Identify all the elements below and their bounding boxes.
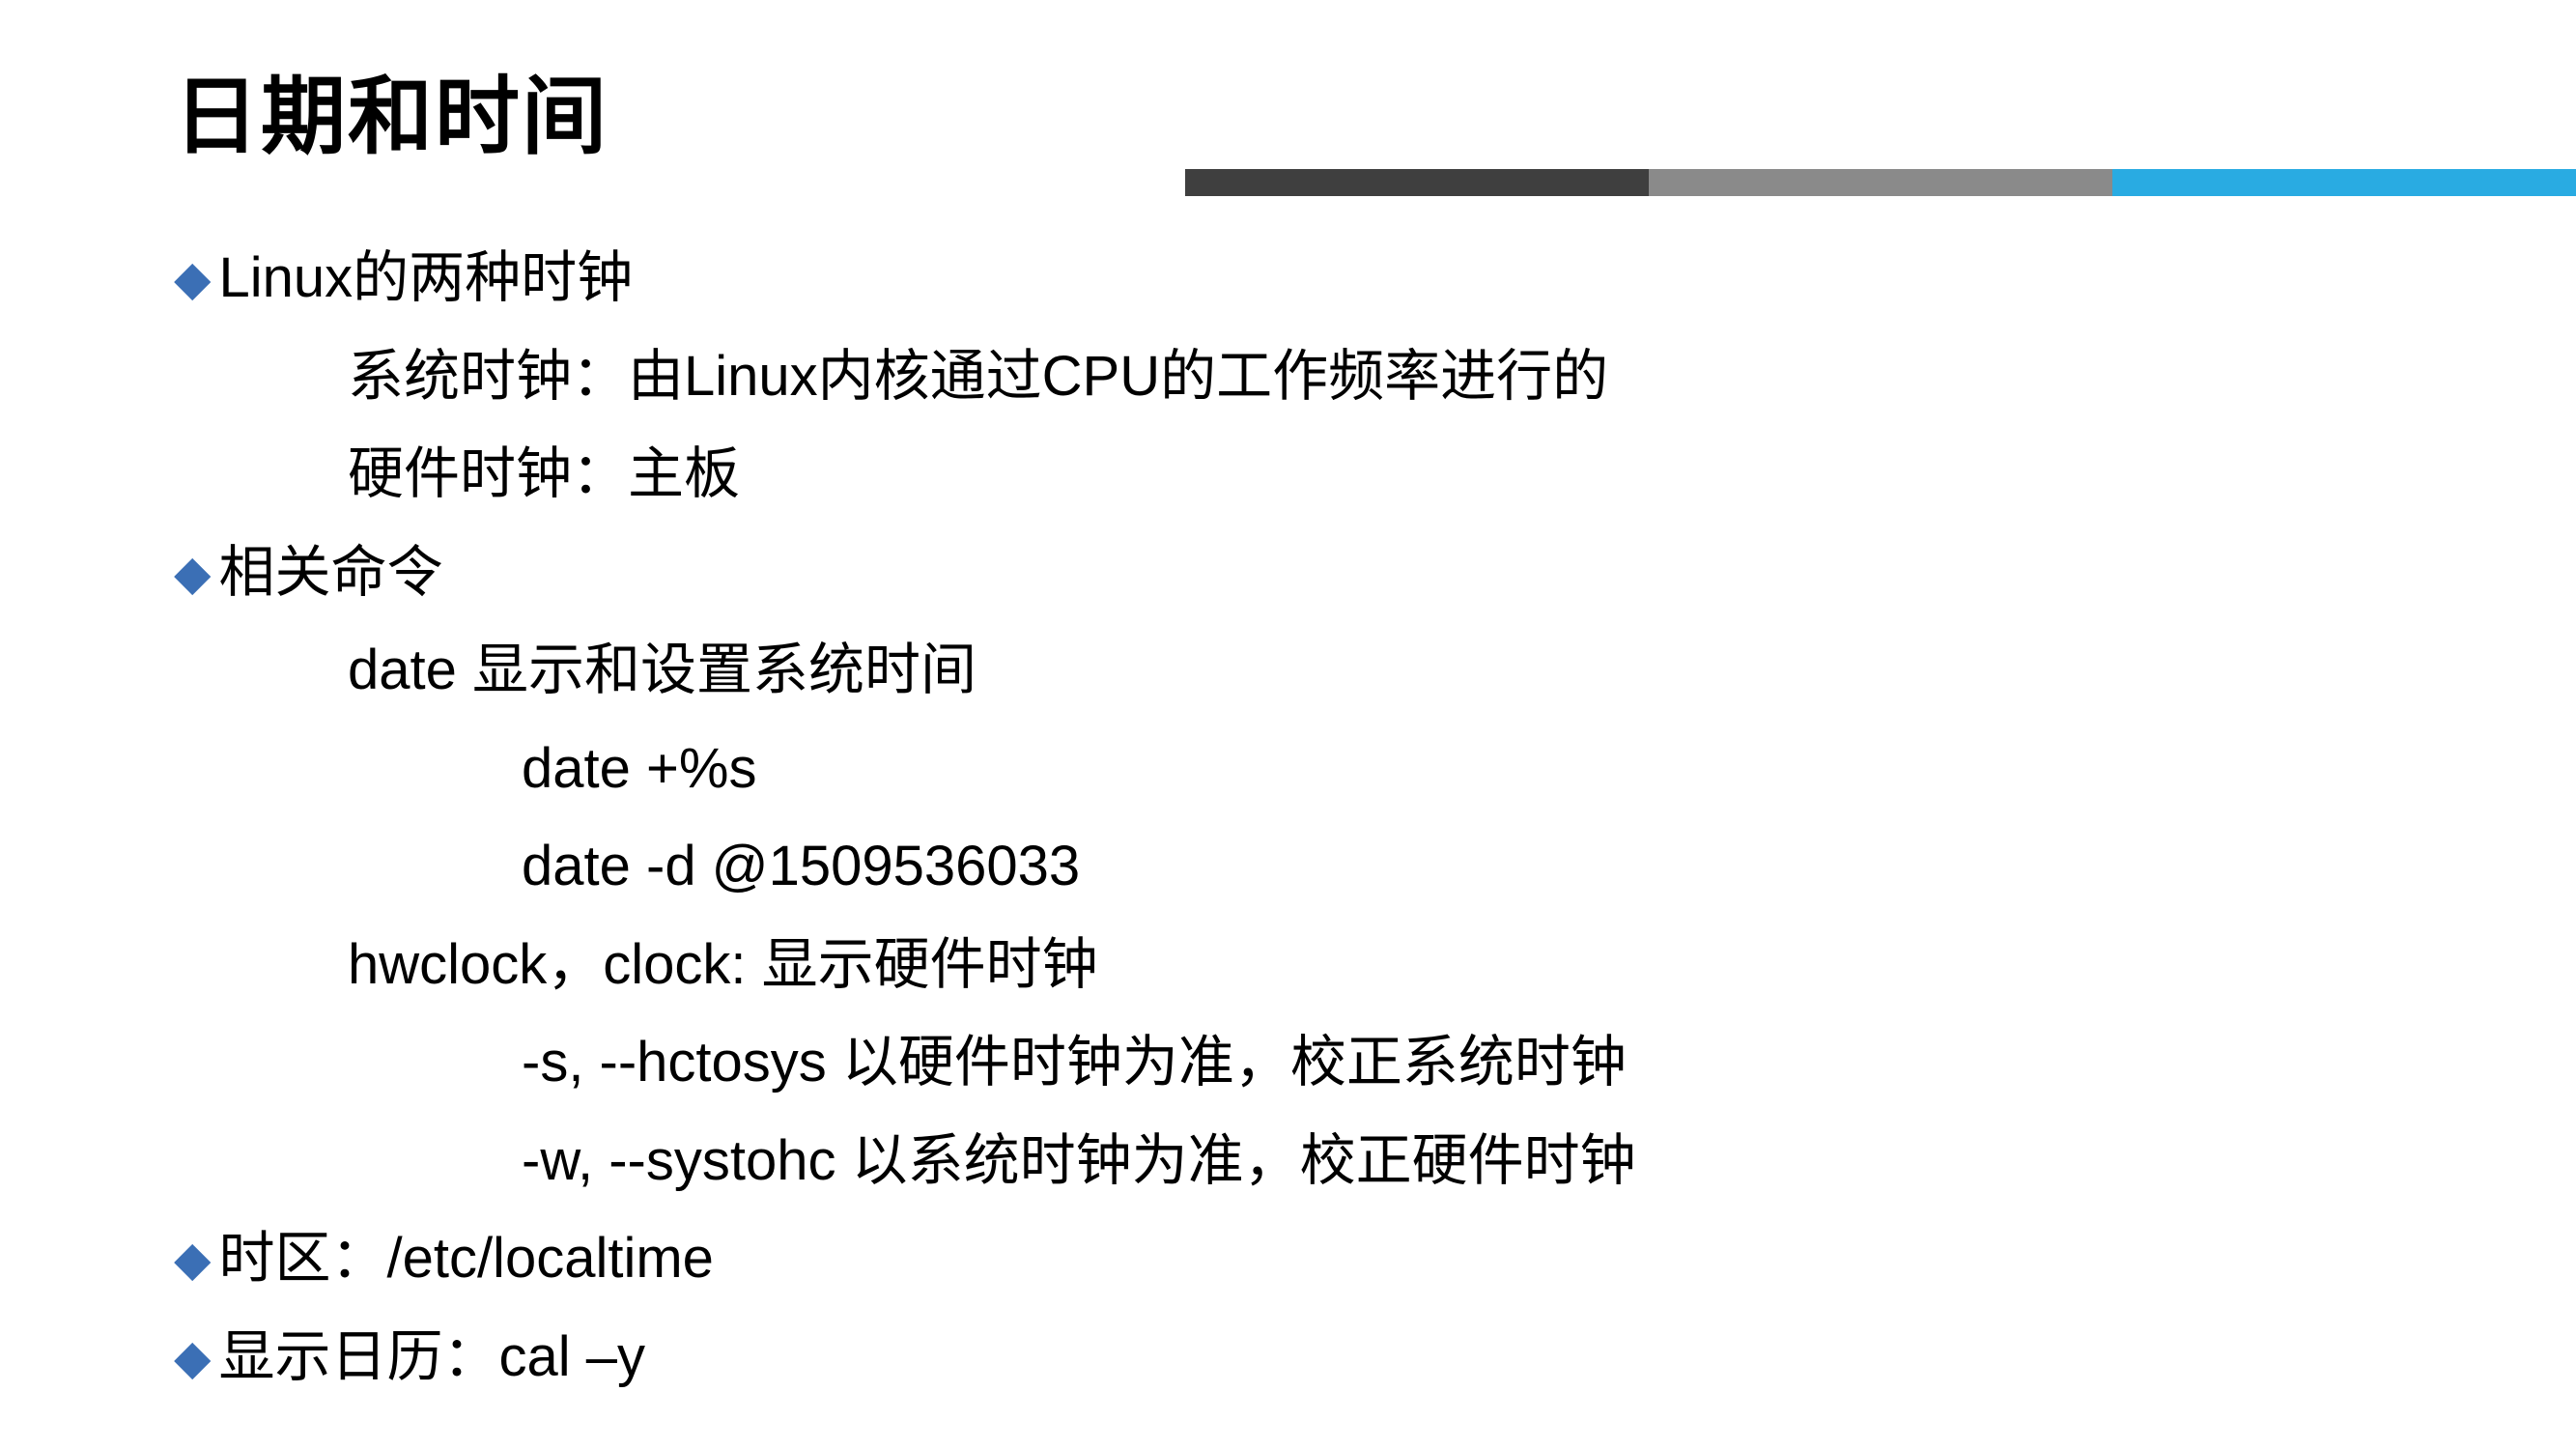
decor-bar-blue [2112, 169, 2576, 196]
bullet-2-sub-1a: date +%s [174, 720, 2402, 818]
decor-bars [1185, 169, 2576, 196]
bullet-2-sub-2a: -s, --hctosys 以硬件时钟为准，校正系统时钟 [174, 1013, 2402, 1112]
slide-title: 日期和时间 [174, 48, 2402, 171]
bullet-1-label: Linux的两种时钟 [218, 229, 633, 327]
slide-container: 日期和时间 ◆ Linux的两种时钟 系统时钟：由Linux内核通过CPU的工作… [0, 0, 2576, 1449]
bullet-2-sub-1b: date -d @1509536033 [174, 817, 2402, 916]
diamond-icon: ◆ [174, 1316, 211, 1401]
bullet-3-label: 时区：/etc/localtime [218, 1209, 713, 1308]
bullet-4: ◆ 显示日历：cal –y [174, 1308, 2402, 1406]
bullet-3: ◆ 时区：/etc/localtime [174, 1209, 2402, 1308]
bullet-1: ◆ Linux的两种时钟 [174, 229, 2402, 327]
bullet-1-sub-2: 硬件时钟：主板 [174, 425, 2402, 524]
bullet-2-sub-2b: -w, --systohc 以系统时钟为准，校正硬件时钟 [174, 1112, 2402, 1210]
decor-bar-mid [1649, 169, 2112, 196]
bullet-2-sub-1: date 显示和设置系统时间 [174, 621, 2402, 720]
slide-content: ◆ Linux的两种时钟 系统时钟：由Linux内核通过CPU的工作频率进行的 … [174, 229, 2402, 1406]
decor-bar-dark [1185, 169, 1649, 196]
bullet-4-label: 显示日历：cal –y [218, 1308, 645, 1406]
diamond-icon: ◆ [174, 531, 211, 616]
bullet-2-label: 相关命令 [218, 524, 442, 622]
diamond-icon: ◆ [174, 1217, 211, 1302]
bullet-1-sub-1: 系统时钟：由Linux内核通过CPU的工作频率进行的 [174, 327, 2402, 426]
diamond-icon: ◆ [174, 237, 211, 322]
bullet-2-sub-2: hwclock，clock: 显示硬件时钟 [174, 916, 2402, 1014]
bullet-2: ◆ 相关命令 [174, 524, 2402, 622]
